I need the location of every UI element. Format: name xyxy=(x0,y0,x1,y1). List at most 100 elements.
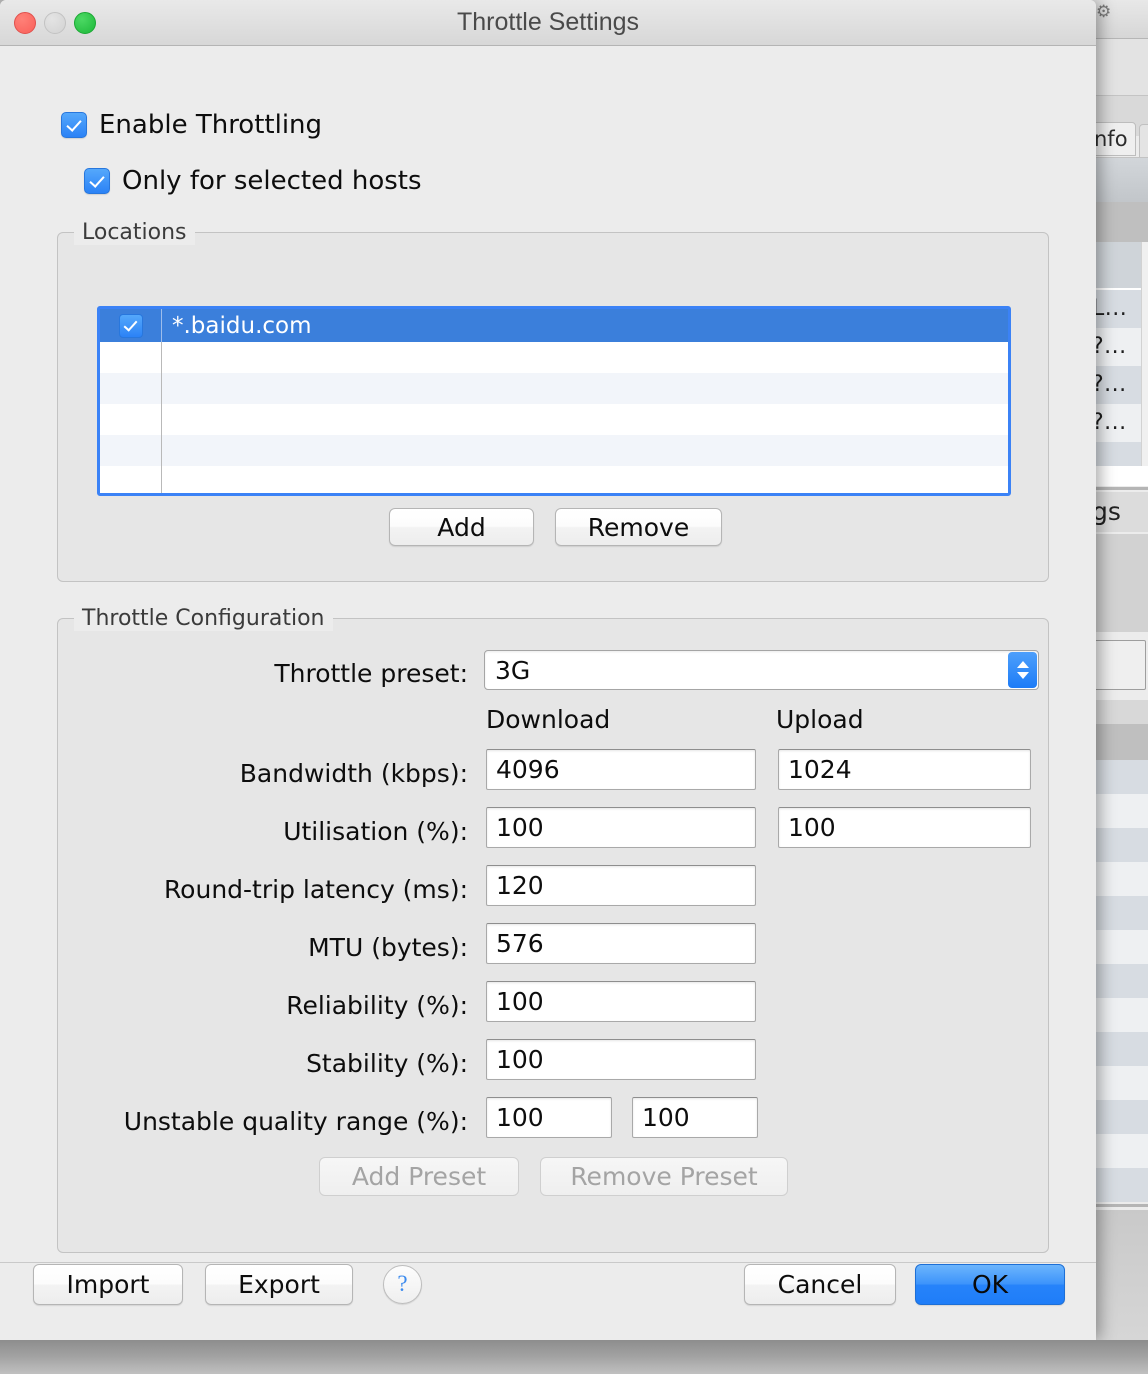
unstable-quality-range-max-input[interactable]: 100 xyxy=(632,1097,758,1138)
background-panel-subheader xyxy=(1090,202,1148,242)
utilisation-upload-input[interactable]: 100 xyxy=(778,807,1031,848)
background-table-row xyxy=(1090,760,1148,794)
table-row-checkbox[interactable] xyxy=(118,313,143,338)
titlebar[interactable]: Throttle Settings xyxy=(0,0,1096,46)
background-table-row xyxy=(1090,1066,1148,1100)
background-row-fragment-text: ?... xyxy=(1092,334,1127,359)
upload-column-header: Upload xyxy=(776,705,864,734)
table-row-checkbox-cell[interactable] xyxy=(100,309,161,342)
table-row[interactable] xyxy=(100,404,1008,435)
background-table-row xyxy=(1090,930,1148,964)
throttle-preset-label: Throttle preset: xyxy=(274,659,468,688)
download-column-header: Download xyxy=(486,705,611,734)
bandwidth-upload-input[interactable]: 1024 xyxy=(778,749,1031,790)
background-table-row xyxy=(1090,964,1148,998)
background-table-row xyxy=(1090,442,1148,466)
desktop-background-strip xyxy=(0,1340,1148,1374)
background-table-row xyxy=(1090,998,1148,1032)
throttle-configuration-group: Throttle Configuration Throttle preset: … xyxy=(57,606,1049,1253)
enable-throttling-row[interactable]: Enable Throttling xyxy=(61,110,322,140)
ok-button[interactable]: OK xyxy=(915,1264,1065,1305)
background-table-row xyxy=(1090,1032,1148,1066)
table-row-host: *.baidu.com xyxy=(172,312,312,339)
throttle-preset-value: 3G xyxy=(495,655,531,685)
throttle-configuration-group-label: Throttle Configuration xyxy=(74,606,333,631)
utilisation-download-input[interactable]: 100 xyxy=(486,807,756,848)
background-table-row xyxy=(1090,794,1148,828)
screen: ⚙ nfo L... ?... ?... ?... L... ?... ?...… xyxy=(0,0,1148,1374)
table-row[interactable]: *.baidu.com xyxy=(100,309,1008,342)
column-divider xyxy=(161,466,162,493)
background-tab-secondary[interactable] xyxy=(1139,124,1148,158)
background-table-row xyxy=(1090,896,1148,930)
background-tab-info[interactable]: nfo xyxy=(1090,122,1136,156)
background-row-fragment-text: ?... xyxy=(1092,410,1127,435)
table-row[interactable] xyxy=(100,435,1008,466)
column-divider xyxy=(161,342,162,373)
import-button[interactable]: Import xyxy=(33,1264,183,1305)
export-button[interactable]: Export xyxy=(205,1264,353,1305)
bandwidth-label: Bandwidth (kbps): xyxy=(239,759,468,788)
background-table-row xyxy=(1090,862,1148,896)
table-row-checkbox-cell[interactable] xyxy=(100,466,161,493)
table-row-checkbox-cell[interactable] xyxy=(100,404,161,435)
throttle-preset-select[interactable]: 3G xyxy=(484,650,1039,690)
background-window-titlebar: ⚙ xyxy=(1090,0,1148,39)
dialog-content: Enable Throttling Only for selected host… xyxy=(0,46,1096,1340)
remove-location-button[interactable]: Remove xyxy=(555,508,722,546)
background-section-label: gs xyxy=(1090,492,1148,532)
background-input-box[interactable] xyxy=(1092,640,1146,690)
round-trip-latency-input[interactable]: 120 xyxy=(486,865,756,906)
only-selected-hosts-row[interactable]: Only for selected hosts xyxy=(84,166,422,196)
footer-divider xyxy=(0,1262,1096,1263)
table-row-checkbox-cell[interactable] xyxy=(100,435,161,466)
table-row[interactable] xyxy=(100,342,1008,373)
background-splitter-lower[interactable] xyxy=(1090,1204,1148,1207)
help-button[interactable]: ? xyxy=(383,1265,422,1304)
only-selected-hosts-checkbox[interactable] xyxy=(84,168,110,194)
background-gap xyxy=(1090,700,1148,724)
table-row-checkbox-cell[interactable] xyxy=(100,373,161,404)
background-table-row xyxy=(1090,828,1148,862)
reliability-input[interactable]: 100 xyxy=(486,981,756,1022)
background-panel-header xyxy=(1090,158,1148,202)
background-splitter[interactable] xyxy=(1090,487,1148,490)
locations-group: Locations *.baidu.com Add Remove xyxy=(57,220,1049,582)
background-window[interactable]: ⚙ nfo L... ?... ?... ?... L... ?... ?...… xyxy=(1090,0,1148,1340)
table-row[interactable] xyxy=(100,466,1008,493)
table-row[interactable] xyxy=(100,373,1008,404)
add-location-button[interactable]: Add xyxy=(389,508,534,546)
add-preset-button[interactable]: Add Preset xyxy=(319,1157,519,1196)
background-lower-band xyxy=(1090,534,1148,632)
utilisation-label: Utilisation (%): xyxy=(283,817,468,846)
table-row-checkbox-cell[interactable] xyxy=(100,342,161,373)
background-table-row xyxy=(1090,1168,1148,1202)
locations-table[interactable]: *.baidu.com xyxy=(97,306,1011,496)
chevron-up-icon xyxy=(1016,661,1029,668)
background-scrollbar[interactable] xyxy=(1141,242,1148,466)
unstable-quality-range-min-input[interactable]: 100 xyxy=(486,1097,612,1138)
stability-input[interactable]: 100 xyxy=(486,1039,756,1080)
bandwidth-download-input[interactable]: 4096 xyxy=(486,749,756,790)
enable-throttling-checkbox[interactable] xyxy=(61,112,87,138)
window-title: Throttle Settings xyxy=(456,8,640,36)
mtu-label: MTU (bytes): xyxy=(308,933,468,962)
background-footer xyxy=(1090,1210,1148,1340)
column-divider xyxy=(161,373,162,404)
background-window-panel: L... ?... ?... ?... L... ?... ?... ?... xyxy=(1090,157,1148,486)
background-table-row xyxy=(1090,1134,1148,1168)
reliability-label: Reliability (%): xyxy=(286,991,468,1020)
throttle-preset-stepper-icon[interactable] xyxy=(1008,652,1037,688)
mtu-input[interactable]: 576 xyxy=(486,923,756,964)
cancel-button[interactable]: Cancel xyxy=(744,1264,896,1305)
stability-label: Stability (%): xyxy=(306,1049,468,1078)
column-divider xyxy=(161,404,162,435)
background-row-fragment-text: ?... xyxy=(1092,372,1127,397)
gear-icon: ⚙ xyxy=(1096,2,1112,22)
background-panel-band xyxy=(1090,242,1148,288)
locations-group-label: Locations xyxy=(74,220,195,245)
only-selected-hosts-label: Only for selected hosts xyxy=(122,166,422,196)
remove-preset-button[interactable]: Remove Preset xyxy=(540,1157,788,1196)
chevron-down-icon xyxy=(1016,672,1029,679)
unstable-quality-range-label: Unstable quality range (%): xyxy=(123,1107,468,1136)
